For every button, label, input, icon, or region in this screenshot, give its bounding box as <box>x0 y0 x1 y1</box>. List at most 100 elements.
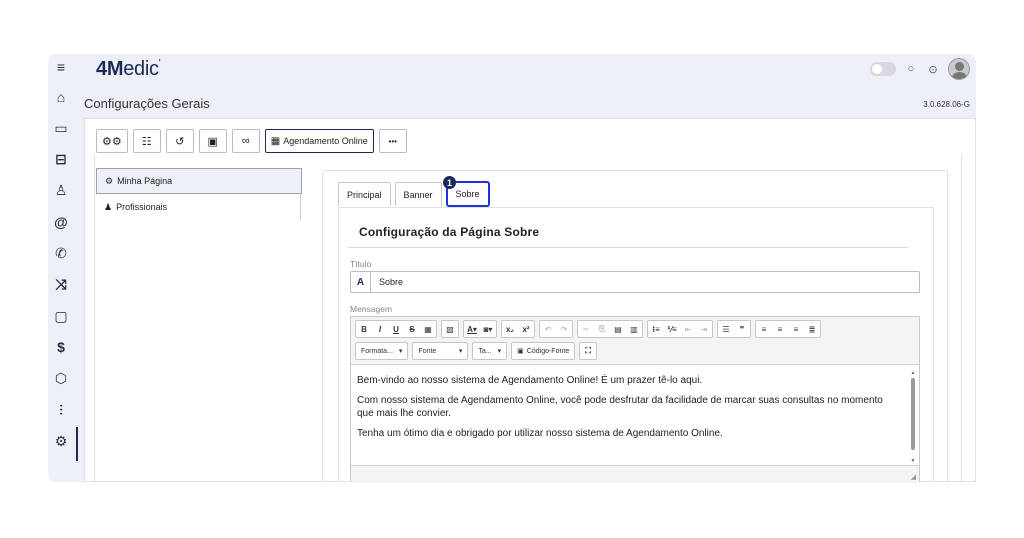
copy-icon[interactable]: ⎘ <box>594 321 610 337</box>
title-input[interactable]: A Sobre <box>350 271 920 293</box>
font-select[interactable]: Fonte ▾ <box>412 342 469 360</box>
tab-link[interactable]: ∞ <box>231 129 260 153</box>
help-icon[interactable]: ⊙ <box>926 63 940 76</box>
editor-paragraph: Com nosso sistema de Agendamento Online,… <box>357 395 883 419</box>
chevron-down-icon: ▾ <box>458 348 463 355</box>
source-label: Código-Fonte <box>526 347 570 355</box>
config-tabs: ⚙⚙ ☷ ↺ ▣ ∞ ▦ Agendamento Online ••• <box>96 129 407 153</box>
tab-agendamento-online[interactable]: ▦ Agendamento Online <box>264 129 374 153</box>
underline-icon[interactable]: U <box>388 321 404 337</box>
strike-icon[interactable]: S <box>404 321 420 337</box>
toolbar-row-1: B I U S ▦ ▨ A▾ ◙▾ x₂ x² ↶ ↷ ✂ ⎘ ▤ ▥ ⁝≡ ⅟… <box>355 320 915 338</box>
person-icon[interactable]: ♙ <box>48 180 74 200</box>
italic-icon[interactable]: I <box>372 321 388 337</box>
table-icon[interactable]: ▦ <box>420 321 436 337</box>
editor-scrollbar[interactable]: ▲ ▼ <box>909 370 917 464</box>
clipboard-icon[interactable]: ▢ <box>48 306 74 326</box>
tab-more[interactable]: ••• <box>378 129 407 153</box>
app-logo[interactable]: 4Medic' <box>96 58 161 81</box>
bg-color-icon[interactable]: ◙▾ <box>480 321 496 337</box>
bullet-list-icon[interactable]: ⁝≡ <box>648 321 664 337</box>
tab-principal[interactable]: Principal <box>338 182 391 206</box>
calendar-icon[interactable]: ▭ <box>48 118 74 138</box>
nav-item-minha-pagina[interactable]: ⚙ Minha Página <box>96 168 302 194</box>
nav-item-label: Profissionais <box>116 202 168 212</box>
size-select-value: Ta... <box>478 347 492 355</box>
section-title: Configuração da Página Sobre <box>359 225 540 239</box>
tab-card[interactable]: ▣ <box>198 129 227 153</box>
text-color-icon[interactable]: A▾ <box>464 321 480 337</box>
tab-banner[interactable]: Banner <box>394 182 442 206</box>
sub-tabs: Principal Banner Sobre <box>338 181 490 207</box>
section-divider <box>348 247 908 248</box>
maximize-icon[interactable]: ⛶ <box>580 343 596 359</box>
cut-icon[interactable]: ✂ <box>578 321 594 337</box>
align-center-icon[interactable]: ≡ <box>772 321 788 337</box>
tab-settings[interactable]: ⚙⚙ <box>96 129 128 153</box>
shuffle-icon[interactable]: ⤨ <box>48 274 74 294</box>
version-label: 3.0.628.06-G <box>923 100 970 109</box>
color-group: A▾ ◙▾ <box>463 320 497 338</box>
quote-icon[interactable]: ❞ <box>734 321 750 337</box>
superscript-icon[interactable]: x² <box>518 321 534 337</box>
image-group: ▨ <box>441 320 459 338</box>
cube-icon[interactable]: ⬡ <box>48 368 74 388</box>
logo-mark: ' <box>158 58 161 69</box>
resize-grip-icon[interactable]: ◢ <box>911 473 916 481</box>
link-icon: ∞ <box>241 135 250 147</box>
source-icon: ▣ <box>517 348 524 355</box>
sidebar-active-indicator <box>76 427 78 461</box>
subscript-icon[interactable]: x₂ <box>502 321 518 337</box>
menu-icon[interactable]: ≡ <box>48 57 74 77</box>
size-select[interactable]: Ta... ▾ <box>472 342 508 360</box>
image-icon[interactable]: ▨ <box>442 321 458 337</box>
toolbar-row-2: Formata... ▾ Fonte ▾ Ta... ▾ ▣ Código-Fonte … <box>355 342 915 360</box>
logo-light: edic <box>123 58 159 80</box>
horizontal-rule-icon[interactable]: ☰ <box>718 321 734 337</box>
undo-icon[interactable]: ↶ <box>540 321 556 337</box>
header-actions: ○ ⊙ <box>870 58 970 80</box>
scroll-thumb[interactable] <box>911 378 915 450</box>
gears-icon: ⚙⚙ <box>102 135 122 148</box>
title-input-value: Sobre <box>379 277 404 287</box>
dollar-icon[interactable]: $ <box>48 337 74 357</box>
page-title: Configurações Gerais <box>84 96 210 111</box>
editor-body[interactable]: Bem-vindo ao nosso sistema de Agendament… <box>351 366 907 464</box>
nav-item-profissionais[interactable]: ♟ Profissionais <box>96 194 302 220</box>
user-avatar[interactable] <box>948 58 970 80</box>
theme-toggle[interactable] <box>870 62 896 76</box>
outdent-icon[interactable]: ⇤ <box>680 321 696 337</box>
home-icon[interactable]: ⌂ <box>48 87 74 107</box>
scroll-up-icon[interactable]: ▲ <box>909 370 917 376</box>
numbered-list-icon[interactable]: ⅟≡ <box>664 321 680 337</box>
format-select[interactable]: Formata... ▾ <box>355 342 409 360</box>
align-right-icon[interactable]: ≡ <box>788 321 804 337</box>
paste-icon[interactable]: ▤ <box>610 321 626 337</box>
align-left-icon[interactable]: ≡ <box>756 321 772 337</box>
tab-list[interactable]: ☷ <box>132 129 161 153</box>
align-justify-icon[interactable]: ≣ <box>804 321 820 337</box>
chart-icon[interactable]: ⫶ <box>48 400 74 420</box>
phone-icon[interactable]: ✆ <box>48 243 74 263</box>
indent-icon[interactable]: ⇥ <box>696 321 712 337</box>
block-group: ☰ ❞ <box>717 320 751 338</box>
bold-icon[interactable]: B <box>356 321 372 337</box>
redo-icon[interactable]: ↷ <box>556 321 572 337</box>
sofa-icon[interactable]: ⊟ <box>48 149 74 169</box>
editor-paragraph: Bem-vindo ao nosso sistema de Agendament… <box>357 375 703 386</box>
tab-agendamento-label: Agendamento Online <box>283 136 368 146</box>
paste-text-icon[interactable]: ▥ <box>626 321 642 337</box>
calendar-icon: ▦ <box>270 135 281 147</box>
logo-bold: 4M <box>96 58 124 80</box>
chevron-down-icon: ▾ <box>497 348 502 355</box>
chat-icon[interactable]: ○ <box>904 63 918 75</box>
list-icon: ☷ <box>141 135 152 148</box>
source-button[interactable]: ▣ Código-Fonte <box>511 342 576 360</box>
settings-icon[interactable]: ⚙ <box>48 431 74 451</box>
scroll-down-icon[interactable]: ▼ <box>909 458 917 464</box>
tab-history[interactable]: ↺ <box>165 129 194 153</box>
more-icon: ••• <box>388 136 397 146</box>
at-icon[interactable]: @ <box>48 212 74 232</box>
maximize-group: ⛶ <box>579 342 598 360</box>
rich-text-editor: B I U S ▦ ▨ A▾ ◙▾ x₂ x² ↶ ↷ ✂ ⎘ ▤ ▥ ⁝≡ ⅟… <box>350 316 920 483</box>
